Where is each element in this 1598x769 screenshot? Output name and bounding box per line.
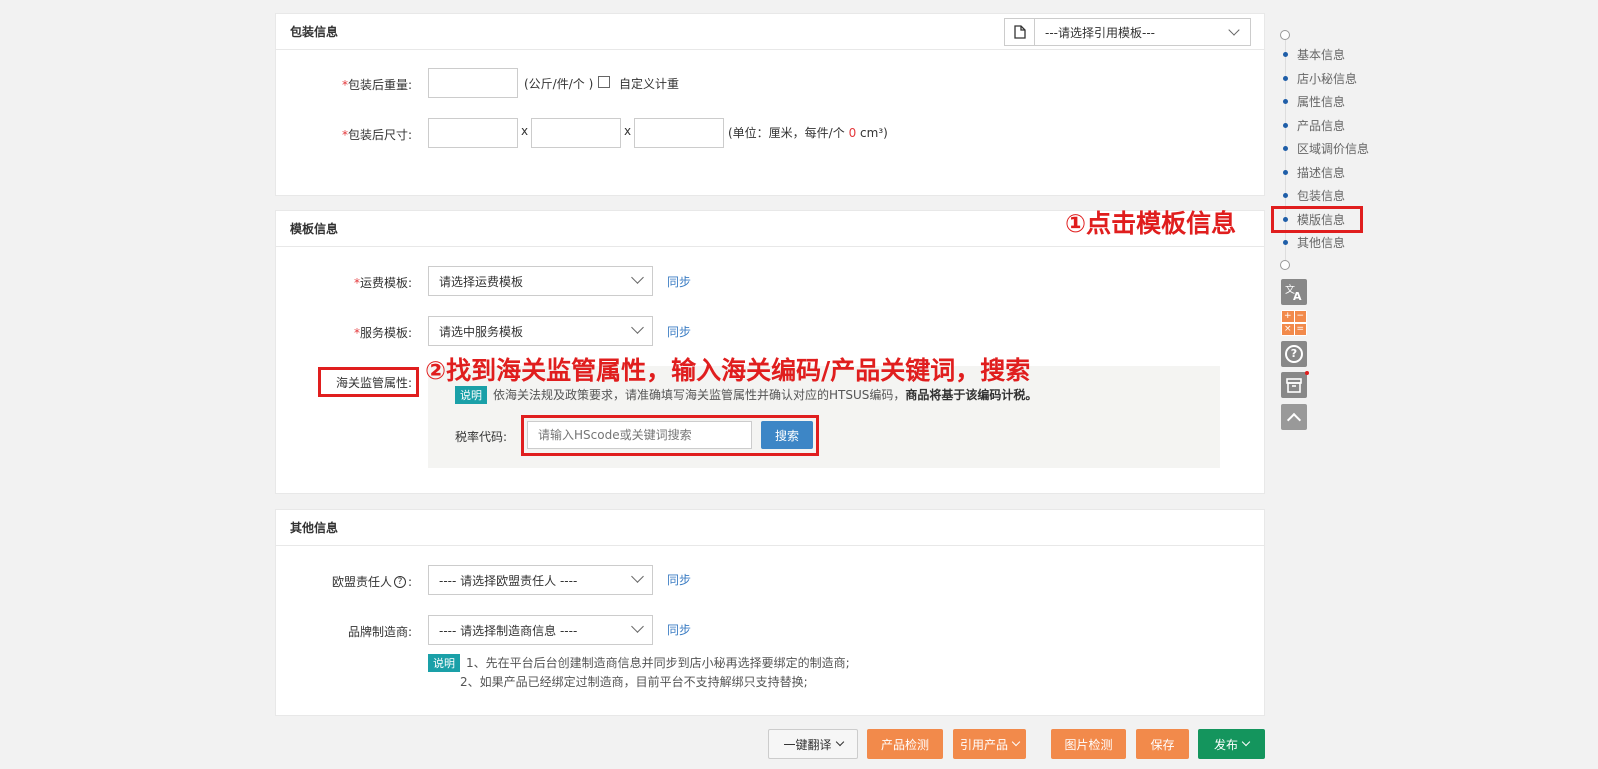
chevron-down-icon [631, 271, 644, 284]
nav-top-ring [1280, 30, 1290, 40]
eu-select[interactable]: ---- 请选择欧盟责任人 ---- [428, 565, 653, 595]
nav-dot [1283, 240, 1288, 245]
weight-label: *包装后重量: [341, 78, 412, 92]
freight-label: *运费模板: [353, 276, 412, 290]
service-label: *服务模板: [353, 326, 412, 340]
weight-unit: (公斤/件/个 ) [524, 77, 594, 91]
side-nav-item[interactable]: 属性信息 [1297, 93, 1345, 110]
calculator-icon[interactable]: + − × = [1281, 310, 1307, 336]
annotation-box-search [521, 415, 819, 456]
nav-dot [1283, 52, 1288, 57]
note-tag: 说明 [455, 386, 487, 404]
template-select-group[interactable]: ---请选择引用模板--- [1004, 18, 1251, 46]
side-nav-item[interactable]: 描述信息 [1297, 164, 1345, 181]
times-sign: x [624, 124, 632, 138]
publish-button[interactable]: 发布 [1198, 729, 1265, 759]
nav-dot [1283, 99, 1288, 104]
product-check-button[interactable]: 产品检测 [867, 729, 943, 759]
file-icon[interactable] [1005, 19, 1035, 45]
side-nav-item[interactable]: 店小秘信息 [1297, 70, 1357, 87]
side-nav-item[interactable]: 区域调价信息 [1297, 140, 1369, 157]
archive-icon[interactable] [1281, 372, 1307, 398]
chevron-down-icon [1241, 737, 1251, 747]
brand-select[interactable]: ---- 请选择制造商信息 ---- [428, 615, 653, 645]
svg-text:A: A [1293, 290, 1302, 302]
side-nav-item[interactable]: 包装信息 [1297, 187, 1345, 204]
back-to-top-icon[interactable] [1281, 404, 1307, 430]
length-input[interactable] [428, 118, 518, 148]
nav-dot [1283, 75, 1288, 81]
freight-sync-link[interactable]: 同步 [667, 273, 691, 290]
help-icon[interactable]: ? [1281, 341, 1307, 367]
brand-label: 品牌制造商: [347, 625, 412, 639]
save-button[interactable]: 保存 [1136, 729, 1189, 759]
custom-weight-checkbox[interactable] [598, 76, 610, 88]
brand-note-line1: 说明 1、先在平台后台创建制造商信息并同步到店小秘再选择要绑定的制造商; [428, 654, 850, 672]
chevron-down-icon [631, 321, 644, 334]
annotation-box-label [318, 367, 419, 397]
nav-bottom-ring [1280, 260, 1290, 270]
custom-weight-label: 自定义计重 [619, 77, 680, 91]
width-input[interactable] [531, 118, 621, 148]
notification-dot [1305, 371, 1309, 375]
service-select[interactable]: 请选中服务模板 [428, 316, 653, 346]
brand-sync-link[interactable]: 同步 [667, 621, 691, 638]
tax-code-label: 税率代码: [455, 430, 508, 444]
side-nav-item[interactable]: 其他信息 [1297, 234, 1345, 251]
side-nav-item[interactable]: 产品信息 [1297, 117, 1345, 134]
annotation-box-nav [1271, 206, 1363, 233]
annotation-step1: ①点击模板信息 [1065, 209, 1237, 238]
nav-dot [1283, 122, 1288, 128]
annotation-step2: ②找到海关监管属性，输入海关编码/产品关键词，搜索 [425, 356, 1031, 385]
volume-value: 0 [848, 126, 857, 140]
nav-dot [1283, 146, 1288, 151]
image-check-button[interactable]: 图片检测 [1051, 729, 1126, 759]
nav-dot [1283, 193, 1288, 198]
height-input[interactable] [634, 118, 724, 148]
brand-note-line2: 2、如果产品已经绑定过制造商，目前平台不支持解绑只支持替换; [460, 675, 808, 689]
side-nav-item[interactable]: 基本信息 [1297, 46, 1345, 63]
translate-button[interactable]: 一键翻译 [768, 729, 858, 759]
chevron-down-icon [631, 620, 644, 633]
service-sync-link[interactable]: 同步 [667, 323, 691, 340]
times-sign: x [521, 124, 529, 138]
nav-dot [1283, 169, 1288, 175]
note-tag: 说明 [428, 654, 460, 672]
template-select[interactable]: ---请选择引用模板--- [1035, 19, 1250, 45]
chevron-down-icon [835, 737, 844, 747]
freight-select[interactable]: 请选择运费模板 [428, 266, 653, 296]
eu-sync-link[interactable]: 同步 [667, 571, 691, 588]
other-title: 其他信息 [276, 510, 1264, 546]
customs-note: 说明 依海关法规及政策要求，请准确填写海关监管属性并确认对应的HTSUS编码，商品… [455, 386, 1037, 404]
size-unit: (单位：厘米，每件/个 0 cm³) [728, 126, 888, 140]
chevron-down-icon [1011, 737, 1021, 747]
size-label: *包装后尺寸: [341, 128, 412, 142]
quote-product-button[interactable]: 引用产品 [953, 729, 1026, 759]
chevron-down-icon [631, 570, 644, 583]
help-icon[interactable]: ? [393, 575, 406, 588]
eu-label: 欧盟责任人 ? : [331, 574, 412, 590]
weight-input[interactable] [428, 68, 518, 98]
translate-icon[interactable]: 文A [1281, 279, 1307, 305]
